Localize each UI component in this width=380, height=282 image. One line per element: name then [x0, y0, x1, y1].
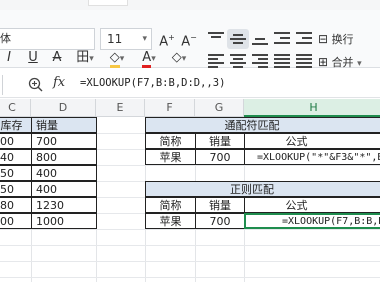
align-top-icon[interactable] — [208, 32, 224, 46]
wildcard-header-name[interactable]: 简称 — [145, 133, 196, 149]
grow-font-button[interactable]: A+ — [158, 28, 176, 49]
wildcard-cell-sales[interactable]: 700 — [195, 149, 245, 165]
regex-cell-formula-active[interactable]: =XLOOKUP(F7,B:B,D: — [244, 213, 380, 229]
formula-bar: fx =XLOOKUP(F7,B:B,D:D,,3) — [0, 72, 380, 98]
formula-input[interactable]: =XLOOKUP(F7,B:B,D:D,,3) — [80, 77, 225, 89]
cell-c[interactable]: 00 — [0, 133, 32, 149]
cell-d-header[interactable]: 销量 — [31, 117, 97, 133]
column-header-g[interactable]: G — [195, 99, 244, 117]
column-header-d[interactable]: D — [31, 99, 96, 117]
cell-c[interactable]: 50 — [0, 181, 32, 197]
gridline — [0, 261, 380, 262]
cell-c-header[interactable]: 库存 — [0, 117, 32, 133]
cell-d[interactable]: 1000 — [31, 213, 97, 229]
cell-c[interactable]: 00 — [0, 213, 32, 229]
strikethrough-button[interactable]: A — [50, 48, 64, 68]
column-header-h[interactable]: H — [244, 99, 380, 117]
cell-d[interactable]: 800 — [31, 149, 97, 165]
ribbon-toolbar: 体 11 ▾ A+ A− I U A 田▾ ◇▾ A▾ ◇▾ ⊟ 换行 ⊞ 合并… — [0, 10, 380, 71]
cell-d[interactable]: 700 — [31, 133, 97, 149]
font-size-value: 11 — [107, 32, 123, 46]
column-header-c[interactable]: C — [0, 99, 31, 117]
wildcard-cell-formula[interactable]: =XLOOKUP("*"&F3&"*",B: — [244, 149, 380, 165]
cell-d[interactable]: 1230 — [31, 197, 97, 213]
italic-button[interactable]: I — [2, 48, 16, 68]
spreadsheet-grid[interactable]: C D E F G H 库存 销量 00 700 40 800 50 400 5… — [0, 99, 380, 282]
merge-button[interactable]: ⊞ 合并 ▾ — [318, 53, 362, 71]
chevron-down-icon: ▾ — [357, 59, 362, 69]
align-middle-icon[interactable] — [230, 32, 246, 46]
align-center-icon[interactable] — [230, 54, 246, 68]
fx-icon[interactable]: fx — [53, 75, 65, 90]
justify-icon[interactable] — [274, 54, 290, 68]
active-tab-indicator — [88, 0, 128, 6]
cell-c[interactable]: 40 — [0, 149, 32, 165]
distributed-align-icon[interactable] — [296, 54, 312, 68]
align-left-icon[interactable] — [208, 54, 224, 68]
wildcard-header-sales[interactable]: 销量 — [195, 133, 245, 149]
wildcard-table-title[interactable]: 通配符匹配 — [145, 117, 380, 133]
font-name-value: 体 — [0, 32, 11, 45]
increase-indent-icon[interactable] — [296, 32, 312, 46]
regex-table-title[interactable]: 正则匹配 — [145, 181, 380, 197]
cell-c[interactable]: 50 — [0, 165, 32, 181]
column-header-e[interactable]: E — [96, 99, 145, 117]
merge-icon: ⊞ — [318, 55, 329, 69]
chevron-down-icon: ▾ — [142, 34, 147, 44]
cell-d[interactable]: 400 — [31, 181, 97, 197]
cell-c[interactable]: 80 — [0, 197, 32, 213]
gridline — [0, 229, 380, 230]
regex-cell-name[interactable]: 苹果 — [145, 213, 196, 229]
gridline — [0, 245, 380, 246]
wrap-text-icon: ⊟ — [318, 32, 329, 46]
align-bottom-icon[interactable] — [252, 32, 268, 46]
regex-header-name[interactable]: 简称 — [145, 197, 196, 213]
name-box-edge — [0, 75, 3, 95]
column-header-f[interactable]: F — [145, 99, 195, 117]
font-color-button[interactable]: A▾ — [136, 48, 162, 68]
zoom-icon[interactable] — [28, 77, 43, 92]
shrink-font-button[interactable]: A− — [180, 28, 198, 49]
cell-d[interactable]: 400 — [31, 165, 97, 181]
wildcard-cell-name[interactable]: 苹果 — [145, 149, 196, 165]
gridline — [0, 277, 380, 278]
wildcard-header-formula[interactable]: 公式 — [244, 133, 380, 149]
wrap-text-button[interactable]: ⊟ 换行 — [318, 30, 354, 48]
regex-cell-sales[interactable]: 700 — [195, 213, 245, 229]
align-right-icon[interactable] — [252, 54, 268, 68]
ribbon-tab-strip — [0, 0, 380, 10]
regex-header-sales[interactable]: 销量 — [195, 197, 245, 213]
merge-label: 合并 — [331, 56, 354, 69]
font-size-dropdown[interactable]: 11 ▾ — [100, 28, 152, 50]
wrap-text-label: 换行 — [331, 33, 354, 46]
decrease-indent-icon[interactable] — [274, 32, 290, 46]
regex-header-formula[interactable]: 公式 — [244, 197, 380, 213]
underline-button[interactable]: U — [26, 48, 40, 68]
fill-color-button[interactable]: ◇▾ — [104, 48, 130, 68]
border-button[interactable]: 田▾ — [72, 48, 98, 68]
clear-format-button[interactable]: ◇▾ — [166, 48, 192, 68]
